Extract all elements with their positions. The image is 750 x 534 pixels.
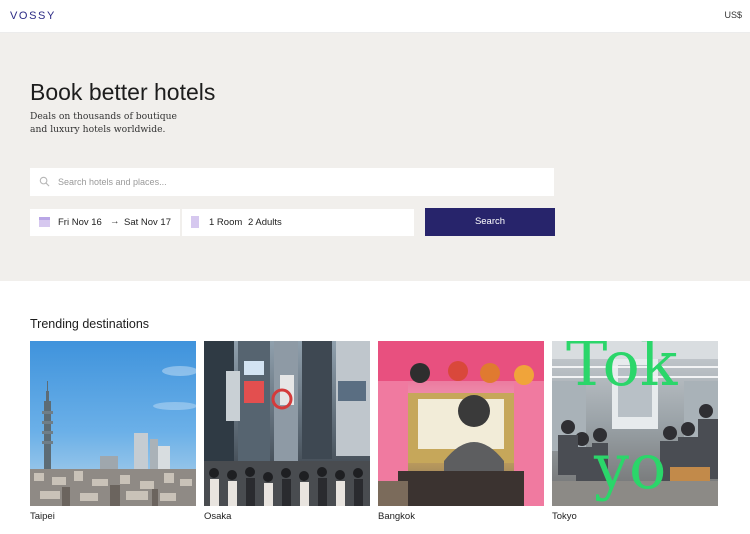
tokyo-overlay-text-top: Tok — [566, 341, 678, 400]
bangkok-tuktuk-image — [378, 341, 544, 506]
destination-card-tokyo[interactable]: Tok yo — [552, 341, 718, 506]
hero-subtitle: Deals on thousands of boutique and luxur… — [30, 111, 190, 136]
vossy-logo[interactable]: VOSSY — [10, 10, 56, 22]
destination-label-osaka[interactable]: Osaka — [204, 511, 231, 522]
trending-destinations-title: Trending destinations — [30, 317, 150, 331]
top-navigation-bar: VOSSY US$ — [0, 0, 750, 33]
search-icon — [39, 176, 50, 187]
destination-label-bangkok[interactable]: Bangkok — [378, 511, 415, 522]
date-range-picker[interactable]: Fri Nov 16 → Sat Nov 17 — [30, 209, 180, 236]
taipei-skyline-image — [30, 366, 196, 506]
search-box — [30, 168, 554, 196]
hero-subtitle-line1: Deals on thousands of boutique — [30, 111, 177, 122]
calendar-icon — [39, 217, 50, 227]
destination-label-taipei[interactable]: Taipei — [30, 511, 55, 522]
check-out-date[interactable]: Sat Nov 17 — [124, 217, 171, 228]
destination-card-osaka[interactable] — [204, 341, 370, 506]
destination-label-tokyo[interactable]: Tokyo — [552, 511, 577, 522]
search-input[interactable] — [58, 168, 538, 196]
arrow-right-icon: → — [110, 216, 120, 227]
hero-section: Book better hotels Deals on thousands of… — [0, 33, 750, 281]
adults-count: 2 Adults — [248, 217, 282, 228]
check-in-date[interactable]: Fri Nov 16 — [58, 217, 102, 228]
rooms-guests-selector[interactable]: 1 Room 2 Adults — [182, 209, 414, 236]
destination-card-bangkok[interactable] — [378, 341, 544, 506]
destination-card-taipei[interactable] — [30, 341, 196, 506]
tokyo-overlay-text-bottom: yo — [594, 430, 667, 503]
door-icon — [191, 216, 199, 228]
currency-selector[interactable]: US$ — [724, 10, 742, 20]
page-title: Book better hotels — [30, 79, 216, 105]
rooms-count: 1 Room — [209, 217, 243, 228]
search-button[interactable]: Search — [425, 208, 555, 236]
osaka-street-image — [204, 341, 370, 506]
hero-subtitle-line2: and luxury hotels worldwide. — [30, 123, 166, 135]
